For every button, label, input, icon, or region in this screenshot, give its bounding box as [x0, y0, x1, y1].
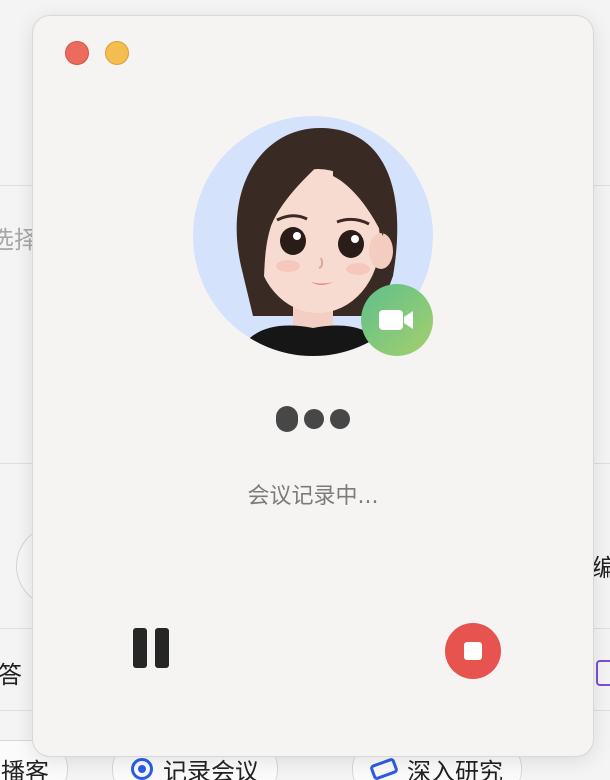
pause-icon: [155, 628, 169, 668]
telescope-icon: [369, 757, 399, 780]
minimize-window-button[interactable]: [105, 41, 129, 65]
answer-label-fragment: 答: [0, 661, 22, 689]
indicator-dot: [276, 406, 298, 432]
podcast-label: 播客: [1, 757, 49, 780]
video-camera-badge[interactable]: [361, 284, 433, 356]
radio-record-icon: [131, 758, 153, 780]
edit-label-fragment: 编: [592, 554, 610, 582]
select-placeholder-fragment: 选择: [0, 226, 32, 254]
stop-icon: [464, 642, 482, 660]
purple-tool-icon[interactable]: [596, 660, 610, 686]
close-window-button[interactable]: [65, 41, 89, 65]
recording-status-text: 会议记录中...: [247, 484, 379, 509]
stop-button[interactable]: [445, 623, 501, 679]
typing-indicator: [33, 406, 593, 432]
video-camera-icon: [379, 310, 413, 330]
indicator-dot: [304, 409, 324, 429]
assistant-avatar-group: [193, 116, 433, 356]
pause-button[interactable]: [133, 628, 173, 672]
indicator-dot: [330, 409, 350, 429]
meeting-recorder-window: 会议记录中...: [32, 15, 594, 757]
pause-icon: [133, 628, 147, 668]
